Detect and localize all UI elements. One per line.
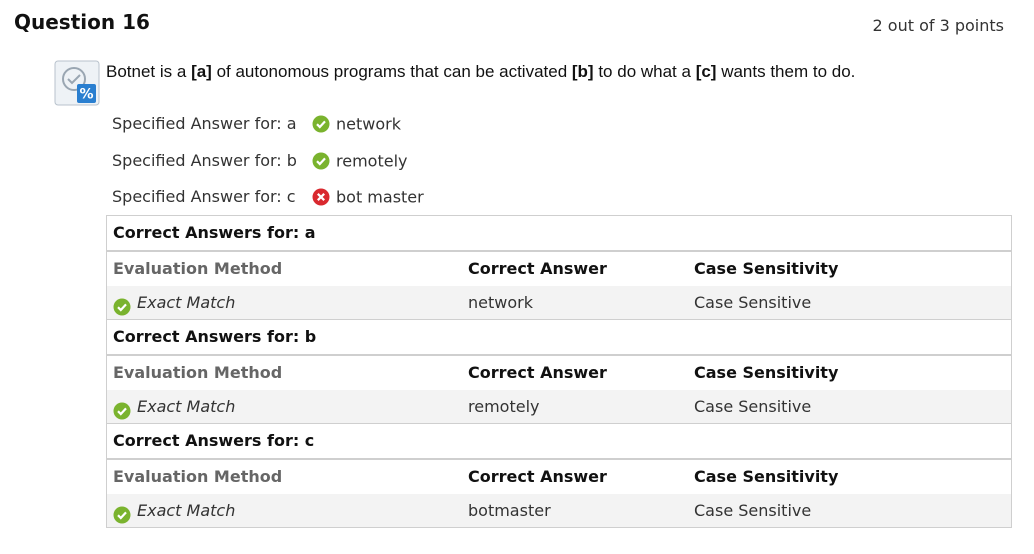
prompt-text: of autonomous programs that can be activ…	[211, 62, 572, 81]
evaluation-method-cell: Exact Match	[107, 494, 468, 527]
correct-check-icon	[113, 294, 131, 315]
column-header-answer: Correct Answer	[468, 467, 607, 486]
table-row: Exact Match botmaster Case Sensitive	[107, 494, 1011, 528]
column-headers: Evaluation Method Correct Answer Case Se…	[107, 252, 1011, 286]
correct-answers-heading: Correct Answers for: b	[107, 320, 1011, 356]
evaluation-method-value: Exact Match	[137, 501, 236, 520]
incorrect-x-icon	[312, 188, 330, 206]
column-headers: Evaluation Method Correct Answer Case Se…	[107, 356, 1011, 390]
specified-answer-b: Specified Answer for: b remotely	[112, 148, 407, 174]
question-title: Question 16	[14, 10, 150, 34]
question-points: 2 out of 3 points	[872, 16, 1004, 35]
correct-check-icon	[312, 152, 330, 170]
specified-answer-value: network	[336, 114, 401, 134]
blank-c: [c]	[695, 62, 717, 81]
specified-answer-value: bot master	[336, 187, 424, 207]
specified-answer-c: Specified Answer for: c bot master	[112, 184, 424, 210]
correct-answers-table: Correct Answers for: a Evaluation Method…	[106, 215, 1012, 528]
case-sensitivity-cell: Case Sensitive	[694, 501, 812, 520]
column-header-method: Evaluation Method	[113, 363, 283, 382]
blank-a: [a]	[191, 62, 212, 81]
svg-text:%: %	[79, 87, 93, 103]
specified-answer-label: Specified Answer for: a	[112, 114, 297, 133]
column-header-method: Evaluation Method	[113, 259, 283, 278]
table-row: Exact Match remotely Case Sensitive	[107, 390, 1011, 424]
specified-answer-a: Specified Answer for: a network	[112, 111, 401, 137]
specified-answer-label: Specified Answer for: b	[112, 151, 297, 170]
specified-answer-value: remotely	[336, 151, 408, 171]
case-sensitivity-cell: Case Sensitive	[694, 293, 812, 312]
correct-answers-heading: Correct Answers for: c	[107, 424, 1011, 460]
correct-answer-cell: botmaster	[468, 501, 551, 520]
correct-check-icon	[113, 398, 131, 419]
case-sensitivity-cell: Case Sensitive	[694, 397, 812, 416]
evaluation-method-value: Exact Match	[137, 293, 236, 312]
correct-answer-cell: network	[468, 293, 533, 312]
column-header-case: Case Sensitivity	[694, 363, 839, 382]
column-header-answer: Correct Answer	[468, 259, 607, 278]
column-headers: Evaluation Method Correct Answer Case Se…	[107, 460, 1011, 494]
correct-answers-heading: Correct Answers for: a	[107, 216, 1011, 252]
question-type-icon: %	[54, 60, 100, 106]
evaluation-method-value: Exact Match	[137, 397, 236, 416]
table-row: Exact Match network Case Sensitive	[107, 286, 1011, 320]
question-prompt: Botnet is a [a] of autonomous programs t…	[106, 62, 855, 82]
specified-answer-label: Specified Answer for: c	[112, 187, 296, 206]
prompt-text: wants them to do.	[716, 62, 856, 81]
correct-check-icon	[312, 115, 330, 133]
evaluation-method-cell: Exact Match	[107, 286, 468, 319]
column-header-case: Case Sensitivity	[694, 259, 839, 278]
prompt-text: to do what a	[593, 62, 696, 81]
column-header-case: Case Sensitivity	[694, 467, 839, 486]
correct-answer-cell: remotely	[468, 397, 540, 416]
column-header-method: Evaluation Method	[113, 467, 283, 486]
evaluation-method-cell: Exact Match	[107, 390, 468, 423]
prompt-text: Botnet is a	[106, 62, 192, 81]
blank-b: [b]	[571, 62, 594, 81]
correct-check-icon	[113, 502, 131, 523]
column-header-answer: Correct Answer	[468, 363, 607, 382]
